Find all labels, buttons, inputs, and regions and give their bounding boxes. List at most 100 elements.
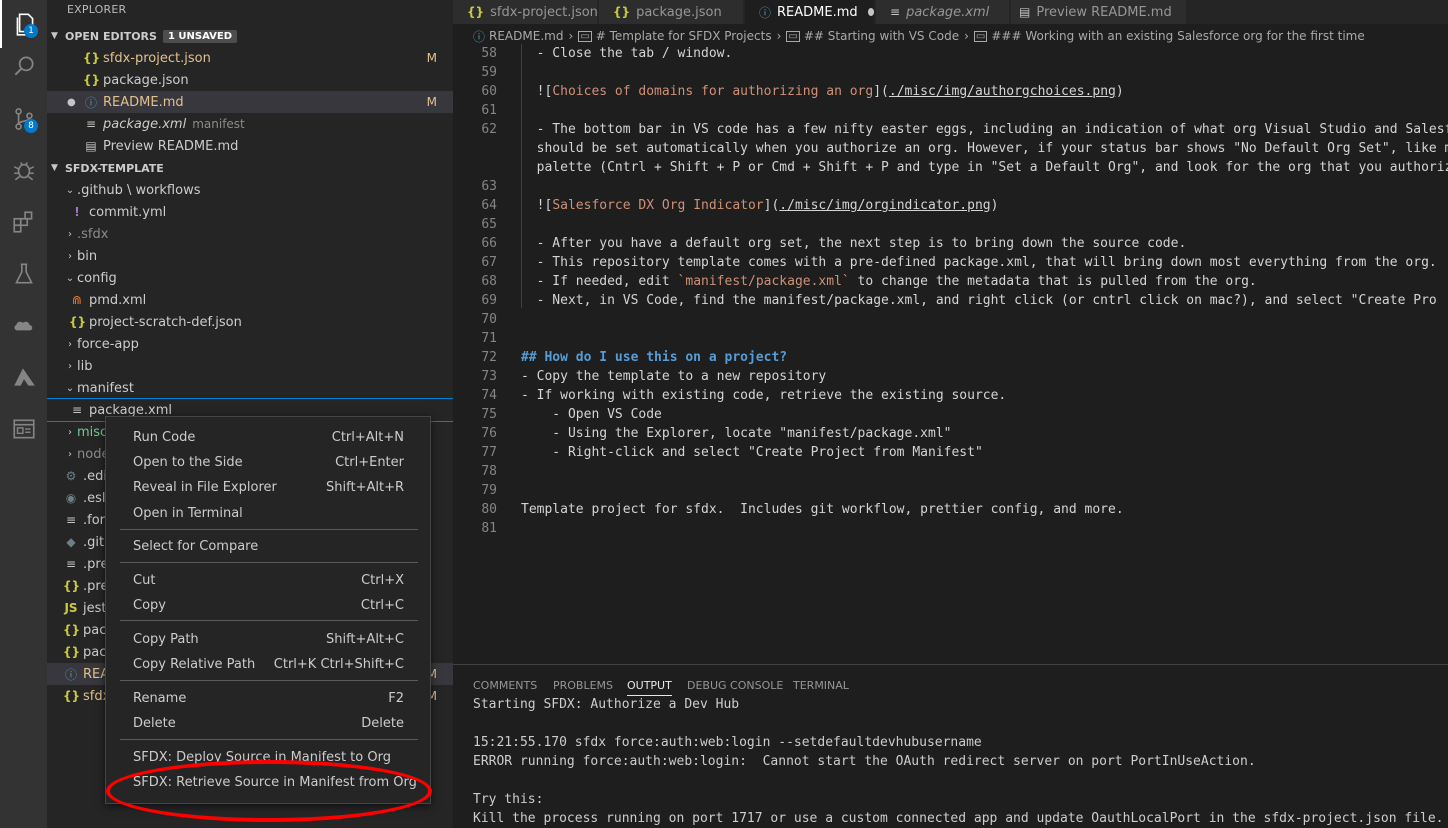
tree-folder[interactable]: › bin <box>47 245 453 267</box>
open-editor-item[interactable]: ▤ Preview README.md <box>47 135 453 157</box>
json-file-icon: {} <box>69 315 87 329</box>
tree-folder[interactable]: › lib <box>47 355 453 377</box>
md-link-url[interactable]: ./misc/img/orgindicator.png <box>779 198 990 213</box>
tree-file[interactable]: ! commit.yml <box>47 201 453 223</box>
menu-item-copy-path[interactable]: Copy Path Shift+Alt+C <box>106 627 430 651</box>
tree-label: bin <box>77 248 98 264</box>
output-line: Try this: <box>473 792 544 807</box>
tab-terminal[interactable]: TERMINAL <box>793 679 849 692</box>
menu-item-sfdx-deploy-manifest[interactable]: SFDX: Deploy Source in Manifest to Org <box>106 745 430 769</box>
tab-output[interactable]: OUTPUT <box>627 679 672 696</box>
tab-problems[interactable]: PROBLEMS <box>553 679 613 692</box>
menu-shortcut: Ctrl+K Ctrl+Shift+C <box>273 656 404 672</box>
context-menu: Run Code Ctrl+Alt+N Open to the Side Ctrl+… <box>105 416 431 804</box>
menu-item-sfdx-retrieve-manifest[interactable]: SFDX: Retrieve Source in Manifest from O… <box>106 770 430 794</box>
breadcrumb-file[interactable]: README.md <box>489 29 563 43</box>
tab-label: Preview README.md <box>1036 4 1172 20</box>
menu-item-reveal-in-explorer[interactable]: Reveal in File Explorer Shift+Alt+R <box>106 475 430 499</box>
line-number: 58 <box>481 46 497 61</box>
salesforce-icon[interactable] <box>0 301 47 349</box>
menu-item-open-to-side[interactable]: Open to the Side Ctrl+Enter <box>106 450 430 474</box>
open-editor-item[interactable]: {} sfdx-project.json M <box>47 47 453 69</box>
line-number: 68 <box>481 274 497 289</box>
md-punct: ]( <box>873 84 889 99</box>
yml-file-icon: ! <box>74 205 80 219</box>
tree-folder[interactable]: › force-app <box>47 333 453 355</box>
tree-file[interactable]: ⋒ pmd.xml <box>47 289 453 311</box>
menu-item-select-for-compare[interactable]: Select for Compare <box>106 534 430 558</box>
code-editor[interactable]: 58 59 60 61 62 63 64 65 66 67 68 69 70 7… <box>453 44 1448 664</box>
menu-item-copy-relative-path[interactable]: Copy Relative Path Ctrl+K Ctrl+Shift+C <box>106 652 430 676</box>
preview-icon[interactable] <box>0 405 47 453</box>
open-editors-header[interactable]: ▼ OPEN EDITORS 1 UNSAVED <box>47 25 453 47</box>
heading-icon: ▭ <box>786 30 800 42</box>
azure-icon[interactable] <box>0 353 47 401</box>
menu-shortcut: F2 <box>388 690 404 706</box>
line-number: 69 <box>481 293 497 308</box>
open-editor-item[interactable]: ● ⓘ README.md M <box>47 91 453 113</box>
breadcrumb-h2[interactable]: ## Starting with VS Code <box>804 29 959 43</box>
open-editors-label: OPEN EDITORS <box>65 29 157 43</box>
file-lines-icon: ≡ <box>65 513 77 527</box>
tree-folder[interactable]: ⌄ manifest <box>47 377 453 399</box>
chevron-right-icon: › <box>68 250 72 262</box>
json-file-icon: {} <box>467 5 485 19</box>
md-link-url[interactable]: ./misc/img/authorgchoices.png <box>889 84 1116 99</box>
tree-label: .github \ workflows <box>77 182 201 198</box>
tab-package-xml[interactable]: ≡ package.xml <box>876 0 1010 24</box>
tree-folder[interactable]: ⌄ config <box>47 267 453 289</box>
tree-folder[interactable]: › .sfdx <box>47 223 453 245</box>
files-icon[interactable]: 1 <box>0 0 47 48</box>
tab-package-json[interactable]: {} package.json <box>599 0 744 24</box>
menu-separator <box>120 739 418 740</box>
info-file-icon: ⓘ <box>64 667 77 682</box>
tab-sfdx-project-json[interactable]: {} sfdx-project.json <box>453 0 598 24</box>
line-number: 64 <box>481 198 497 213</box>
tree-label: force-app <box>77 336 139 352</box>
menu-item-run-code[interactable]: Run Code Ctrl+Alt+N <box>106 425 430 449</box>
code-line: - Right-click and select "Create Project… <box>521 445 983 460</box>
breadcrumb-h1[interactable]: # Template for SFDX Projects <box>596 29 772 43</box>
menu-item-delete[interactable]: Delete Delete <box>106 711 430 735</box>
line-number: 65 <box>481 217 497 232</box>
info-file-icon: ⓘ <box>473 29 486 44</box>
project-header[interactable]: ▼ SFDX-TEMPLATE <box>47 157 453 179</box>
code-line: - After you have a default org set, the … <box>521 236 1187 251</box>
tree-label: commit.yml <box>89 204 167 220</box>
debug-icon[interactable] <box>0 146 47 194</box>
activity-bar: 1 8 <box>0 0 47 828</box>
menu-label: Cut <box>133 572 156 588</box>
menu-item-cut[interactable]: Cut Ctrl+X <box>106 568 430 592</box>
open-editor-label: package.json <box>103 72 189 88</box>
extensions-icon[interactable] <box>0 198 47 246</box>
open-editor-label: package.xml <box>103 116 187 132</box>
breadcrumb-h3[interactable]: ### Working with an existing Salesforce … <box>991 29 1364 43</box>
tree-file[interactable]: {} project-scratch-def.json <box>47 311 453 333</box>
chevron-right-icon: › <box>68 448 72 460</box>
menu-separator <box>120 529 418 530</box>
testing-icon[interactable] <box>0 250 47 298</box>
menu-label: Copy <box>133 597 166 613</box>
menu-separator <box>120 620 418 621</box>
line-number: 78 <box>481 464 497 479</box>
json-file-icon: {} <box>63 623 81 637</box>
open-editor-item[interactable]: {} package.json <box>47 69 453 91</box>
menu-separator <box>120 680 418 681</box>
line-number: 61 <box>481 103 497 118</box>
tab-readme-md[interactable]: ⓘ README.md <box>745 0 875 24</box>
open-editor-item[interactable]: ≡ package.xml manifest <box>47 113 453 135</box>
git-modified-badge: M <box>426 51 437 65</box>
unsaved-dot-icon: ● <box>67 96 76 108</box>
json-file-icon: {} <box>613 5 631 19</box>
menu-item-rename[interactable]: Rename F2 <box>106 686 430 710</box>
search-icon[interactable] <box>0 42 47 90</box>
menu-item-copy[interactable]: Copy Ctrl+C <box>106 593 430 617</box>
tab-preview-readme[interactable]: ▤ Preview README.md <box>1011 0 1187 24</box>
tab-comments[interactable]: COMMENTS <box>473 679 537 692</box>
chevron-down-icon: ⌄ <box>65 184 75 196</box>
source-control-icon[interactable]: 8 <box>0 95 47 143</box>
line-number: 67 <box>481 255 497 270</box>
tab-debug-console[interactable]: DEBUG CONSOLE <box>687 679 783 692</box>
tree-folder[interactable]: ⌄ .github \ workflows <box>47 179 453 201</box>
menu-item-open-in-terminal[interactable]: Open in Terminal <box>106 501 430 525</box>
